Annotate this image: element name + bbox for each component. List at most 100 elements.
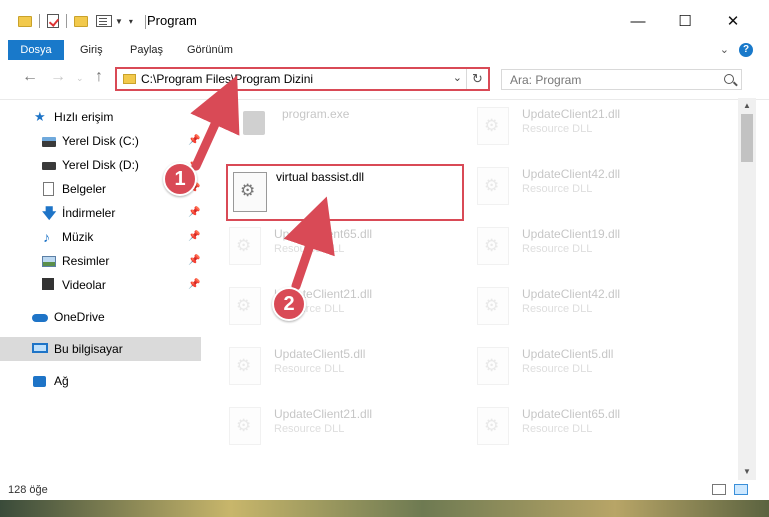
sidebar-item-this-pc[interactable]: Bu bilgisayar [0,337,201,361]
sidebar-item-label: OneDrive [54,310,105,324]
highlighted-file-item[interactable]: virtual bassist.dll [226,164,464,221]
title-bar: ▼ ▾ Program — ☐ ✕ [0,0,769,40]
scrollbar-thumb[interactable] [741,114,753,162]
dll-file-icon [229,407,261,445]
sidebar-item-label: Ağ [54,374,69,388]
chevron-down-icon[interactable]: ▼ [115,17,123,26]
sidebar-item-label: İndirmeler [62,206,116,220]
list-item[interactable]: program.exe [235,101,455,151]
pin-icon[interactable]: 📌 [188,129,200,153]
large-icons-view-icon[interactable] [734,484,748,495]
cloud-icon [32,314,48,322]
file-type: Resource DLL [522,423,593,435]
sidebar-item-label: Müzik [62,230,94,244]
file-type: Resource DLL [522,183,593,195]
tab-share[interactable]: Paylaş [130,40,163,60]
address-bar[interactable]: C:\Program Files\Program Dizini ⌄ ↻ [115,67,490,91]
file-type: Resource DLL [522,303,593,315]
sidebar-item-music[interactable]: ♪ Müzik 📌 [0,225,201,249]
sidebar-item-pictures[interactable]: Resimler 📌 [0,249,201,273]
refresh-icon[interactable]: ↻ [466,69,488,89]
scroll-up-icon[interactable]: ▲ [738,98,756,114]
star-icon: ★ [34,109,46,124]
ribbon-tabs: Dosya Giriş Paylaş Görünüm ⌄ ? [0,40,769,60]
callout-badge-1: 1 [163,162,197,196]
sidebar-item-downloads[interactable]: 🡇 İndirmeler 📌 [0,201,201,225]
title-divider [145,15,146,29]
sidebar-item-label: Yerel Disk (C:) [62,134,139,148]
pin-icon[interactable]: 📌 [188,201,200,225]
file-name: UpdateClient42.dll [522,287,621,301]
dll-file-icon [233,172,267,212]
tab-home[interactable]: Giriş [80,40,103,60]
sidebar-item-label: Videolar [62,278,106,292]
list-item[interactable]: UpdateClient21.dll Resource DLL [227,401,447,451]
sidebar-item-quick-access[interactable]: ★ Hızlı erişim [0,105,201,129]
back-icon[interactable]: ← [22,68,38,86]
file-type: Resource DLL [274,363,345,375]
address-path[interactable]: C:\Program Files\Program Dizini [141,72,313,86]
forward-icon[interactable]: → [50,68,66,86]
list-item[interactable]: UpdateClient5.dll Resource DLL [227,341,447,391]
list-item[interactable]: UpdateClient42.dll Resource DLL [475,281,695,331]
file-type: Resource DLL [522,363,593,375]
sidebar-item-label: Belgeler [62,182,107,196]
up-icon[interactable]: ↑ [95,68,103,86]
dll-file-icon [477,407,509,445]
sidebar-item-network[interactable]: Ağ [0,369,201,393]
close-button[interactable]: ✕ [710,6,756,36]
file-name: UpdateClient5.dll [522,347,614,361]
pin-icon[interactable]: 📌 [188,225,200,249]
film-icon [42,278,54,290]
tab-view[interactable]: Görünüm [187,40,233,60]
drive-icon [42,137,56,147]
maximize-button[interactable]: ☐ [662,6,708,36]
pin-icon[interactable]: 📌 [188,273,200,297]
details-view-icon[interactable] [712,484,726,495]
ribbon-expand-icon[interactable]: ⌄ [720,43,729,56]
recent-locations-icon[interactable]: ⌄ [76,73,84,84]
list-item[interactable]: UpdateClient21.dll Resource DLL [227,281,447,331]
sidebar-item-disk-c[interactable]: Yerel Disk (C:) 📌 [0,129,201,153]
toolbar-divider [66,14,67,28]
scroll-down-icon[interactable]: ▼ [738,464,756,480]
file-name: UpdateClient19.dll [522,227,621,241]
help-icon[interactable]: ? [739,43,753,57]
customize-toolbar-icon[interactable]: ▾ [129,17,133,26]
file-name: program.exe [282,107,350,121]
search-input[interactable]: Ara: Program [501,69,742,90]
list-item[interactable]: UpdateClient65.dll Resource DLL [227,221,447,271]
folder-icon [123,74,136,84]
sidebar-item-label: Resimler [62,254,110,268]
list-item[interactable]: UpdateClient42.dll Resource DLL [475,161,695,211]
navigation-pane: ★ Hızlı erişim Yerel Disk (C:) 📌 Yerel D… [0,101,205,473]
view-options-icon[interactable] [96,15,112,27]
file-type: Resource DLL [522,123,593,135]
list-item[interactable]: UpdateClient21.dll Resource DLL [475,101,695,151]
sidebar-item-label: Hızlı erişim [54,110,114,124]
file-type: Resource DLL [274,243,345,255]
tab-file[interactable]: Dosya [8,40,64,60]
new-folder-icon[interactable] [74,15,88,27]
list-item[interactable]: UpdateClient5.dll Resource DLL [475,341,695,391]
vertical-scrollbar[interactable]: ▲ ▼ [738,98,756,480]
pin-icon[interactable]: 📌 [188,249,200,273]
sidebar-item-onedrive[interactable]: OneDrive [0,305,201,329]
sidebar-item-videos[interactable]: Videolar 📌 [0,273,201,297]
search-icon[interactable] [724,74,734,84]
navigation-bar: ← → ⌄ ↑ C:\Program Files\Program Dizini … [0,60,769,100]
properties-check-icon[interactable] [47,14,59,28]
list-item[interactable]: UpdateClient65.dll Resource DLL [475,401,695,451]
window-title: Program [147,13,197,28]
list-item[interactable]: UpdateClient19.dll Resource DLL [475,221,695,271]
sidebar-item-label: Bu bilgisayar [54,342,123,356]
file-name: UpdateClient42.dll [522,167,621,181]
chevron-down-icon[interactable]: ⌄ [453,71,462,84]
file-type: Resource DLL [274,423,345,435]
search-placeholder: Ara: Program [510,73,582,87]
file-name: virtual bassist.dll [276,170,365,184]
quick-access-toolbar: ▼ ▾ [18,12,133,30]
music-icon: ♪ [43,229,50,245]
status-bar: 128 öğe [0,480,769,500]
minimize-button[interactable]: — [615,6,661,36]
